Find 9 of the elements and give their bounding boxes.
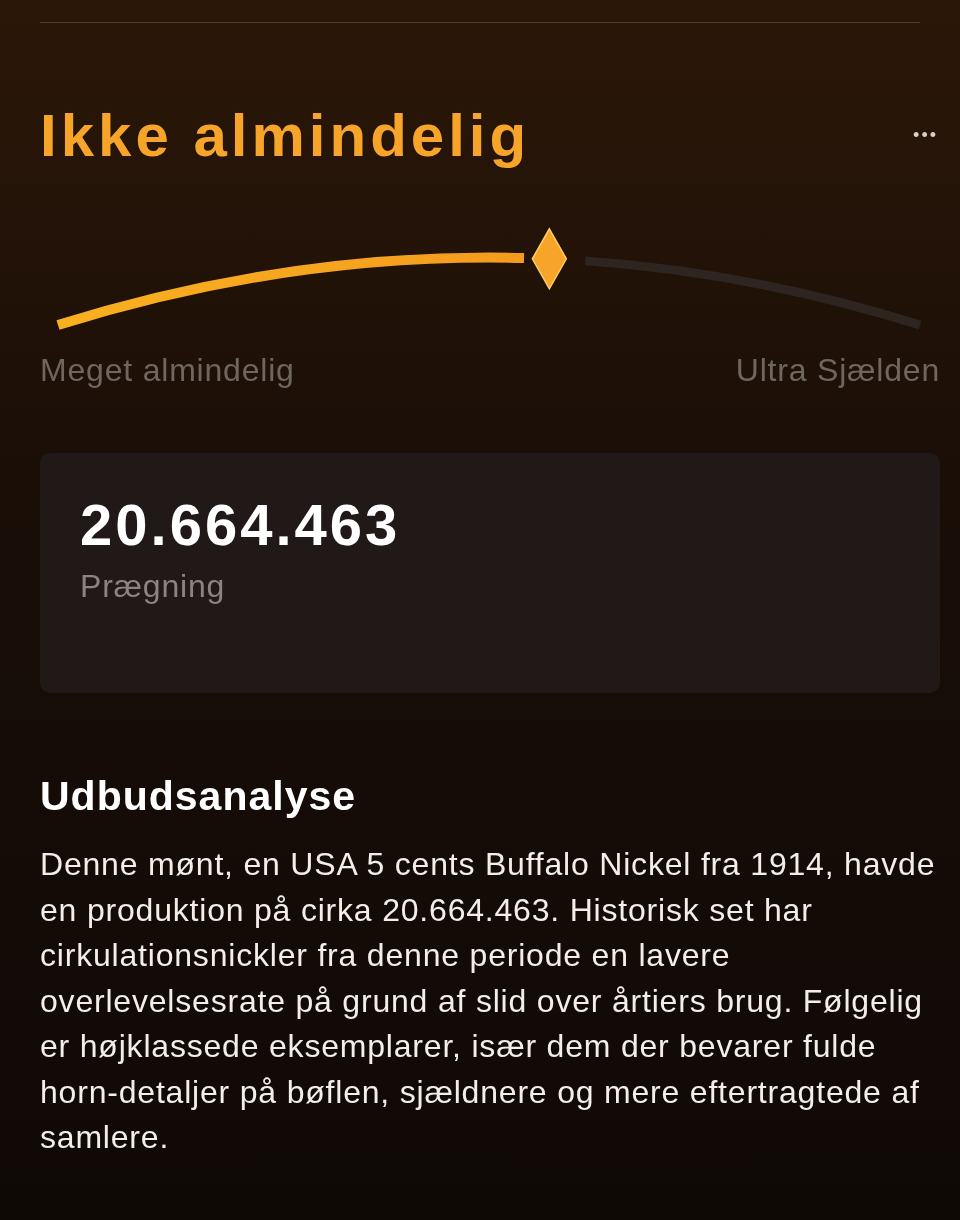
analysis-paragraph: Denne mønt, en USA 5 cents Buffalo Nickel fra 1914, havde en produktion på cirka 20.664.463. Historisk set har cirkulationsnickler fra denne periode en lavere overlevelsesrate på grund af slid over årtiers brug. Følgelig er højklassede eksemplarer, især dem der bevarer fulde horn-detaljer på bøflen, sjældnere og mere eftertragtede af samlere. <box>40 845 937 1157</box>
diamond-marker <box>531 227 568 291</box>
section-heading: Udbudsanalyse <box>40 773 358 820</box>
scale-min-label: Meget almindelig <box>40 352 295 389</box>
mintage-value: 20.664.463 <box>80 491 402 558</box>
rarity-title: Ikke almindelig <box>40 101 531 170</box>
mintage-label: Prægning <box>80 568 227 605</box>
more-button[interactable]: ••• <box>913 125 938 146</box>
scale-max-label: Ultra Sjælden <box>735 352 940 389</box>
